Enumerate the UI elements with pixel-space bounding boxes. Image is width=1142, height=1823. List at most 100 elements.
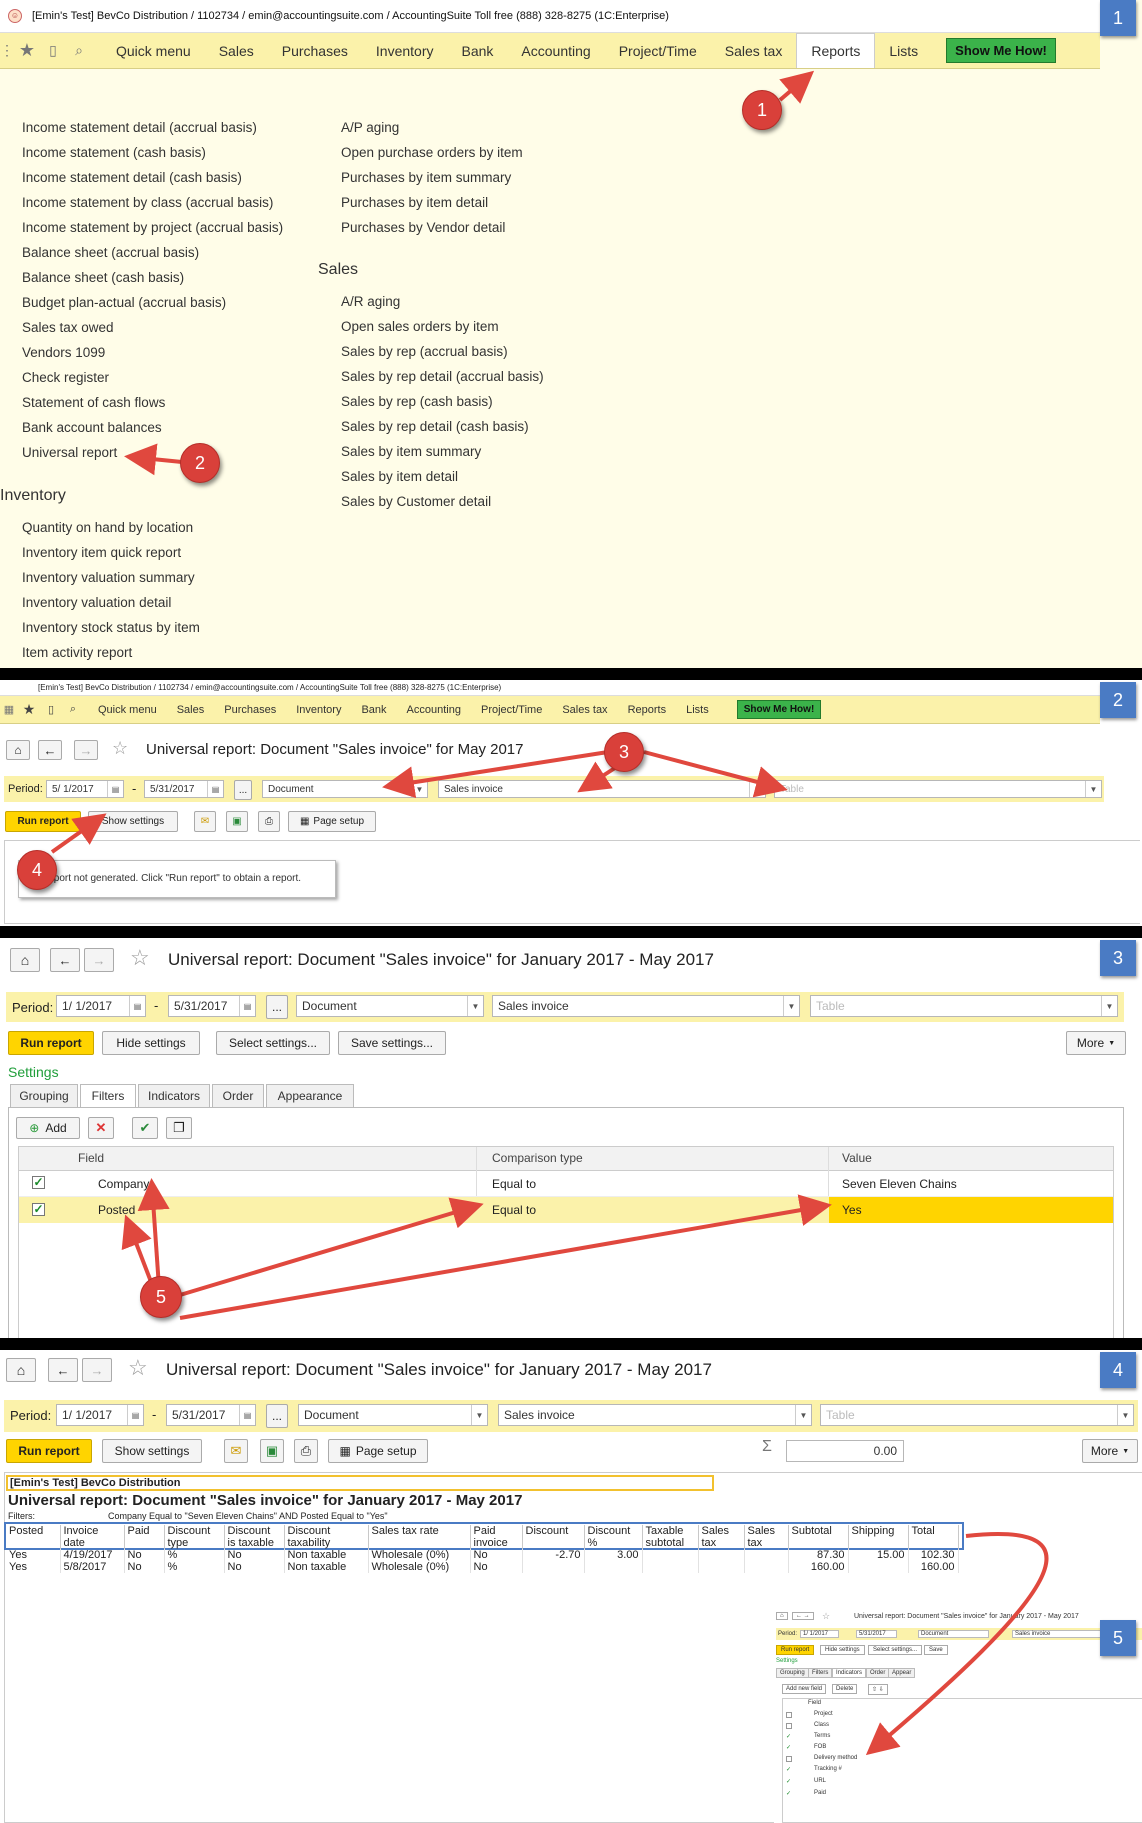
filter-value[interactable]: Yes — [842, 1203, 862, 1217]
report-link[interactable]: Open purchase orders by item — [341, 140, 523, 165]
document-kind-select[interactable]: Document ▼ — [298, 1404, 488, 1426]
report-link[interactable]: Purchases by item summary — [341, 165, 523, 190]
report-link[interactable]: Item activity report — [22, 640, 200, 665]
hide-settings-button[interactable]: Hide settings — [102, 1031, 200, 1055]
report-link[interactable]: Income statement by class (accrual basis… — [22, 190, 283, 215]
table-row[interactable]: Yes 5/8/2017 No% No Non taxable Wholesale (0%… — [6, 1561, 959, 1573]
filter-enabled-checkbox[interactable]: ✓ — [32, 1203, 45, 1216]
report-link[interactable]: Sales tax owed — [22, 315, 283, 340]
report-link[interactable]: Vendors 1099 — [22, 340, 283, 365]
run-report-button[interactable]: Run report — [8, 1031, 94, 1055]
chevron-down-icon[interactable]: ▼ — [1101, 996, 1117, 1016]
tab-order[interactable]: Order — [212, 1084, 264, 1108]
period-select-button[interactable]: ... — [266, 1404, 288, 1428]
nav-accounting[interactable]: Accounting — [507, 43, 604, 59]
save-settings-button[interactable]: Save settings... — [338, 1031, 446, 1055]
chevron-down-icon[interactable]: ▼ — [467, 996, 483, 1016]
page-setup-button[interactable]: ▦ Page setup — [328, 1439, 428, 1463]
report-link[interactable]: Income statement detail (accrual basis) — [22, 115, 283, 140]
home-button[interactable]: ⌂ — [6, 1358, 36, 1382]
back-button[interactable]: ← — [38, 740, 62, 760]
more-button[interactable]: More ▼ — [1082, 1439, 1138, 1463]
table-select[interactable]: Table ▼ — [810, 995, 1118, 1017]
forward-button[interactable]: → — [84, 948, 114, 972]
forward-button[interactable]: → — [82, 1358, 112, 1382]
report-link[interactable]: A/R aging — [341, 289, 544, 314]
select-settings-button[interactable]: Select settings... — [216, 1031, 330, 1055]
favorites-star-icon[interactable]: ★ — [18, 701, 40, 718]
nav-inventory[interactable]: Inventory — [286, 704, 351, 716]
chevron-down-icon[interactable]: ▼ — [1085, 781, 1101, 797]
table-select[interactable]: Table ▼ — [774, 780, 1102, 798]
table-row[interactable]: Yes 4/19/2017 No% No Non taxable Wholesale (0… — [6, 1549, 959, 1561]
search-icon[interactable]: ⌕ — [62, 703, 84, 716]
export-excel-button[interactable]: ▣ — [226, 811, 248, 832]
period-select-button[interactable]: ... — [234, 780, 252, 800]
nav-reports[interactable]: Reports — [618, 704, 677, 716]
nav-quick-menu[interactable]: Quick menu — [88, 704, 167, 716]
report-link[interactable]: Inventory stock status by item — [22, 615, 200, 640]
chevron-down-icon[interactable]: ▼ — [1117, 1405, 1133, 1425]
period-from-field[interactable]: 5/ 1/2017 ▤ — [46, 780, 124, 798]
tab-grouping[interactable]: Grouping — [10, 1084, 78, 1108]
show-settings-button[interactable]: Show settings — [88, 811, 178, 832]
email-button[interactable]: ✉ — [194, 811, 216, 832]
period-to-field[interactable]: 5/31/2017 ▤ — [168, 995, 256, 1017]
nav-reports[interactable]: Reports — [796, 33, 876, 68]
nav-lists[interactable]: Lists — [875, 43, 932, 59]
report-link[interactable]: Sales by item summary — [341, 439, 544, 464]
nav-accounting[interactable]: Accounting — [397, 704, 471, 716]
chevron-down-icon[interactable]: ▼ — [783, 996, 799, 1016]
report-link[interactable]: Purchases by item detail — [341, 190, 523, 215]
print-button[interactable]: ⎙ — [258, 811, 280, 832]
filter-value[interactable]: Seven Eleven Chains — [842, 1177, 957, 1191]
tab-appearance[interactable]: Appearance — [266, 1084, 354, 1108]
report-link[interactable]: Sales by rep (accrual basis) — [341, 339, 544, 364]
home-button[interactable]: ⌂ — [10, 948, 40, 972]
run-report-button[interactable]: Run report — [6, 1439, 92, 1463]
tab-indicators[interactable]: Indicators — [138, 1084, 210, 1108]
nav-sales[interactable]: Sales — [205, 43, 268, 59]
show-me-how-button[interactable]: Show Me How! — [946, 38, 1056, 63]
back-button[interactable]: ← — [50, 948, 80, 972]
calendar-icon[interactable]: ▤ — [207, 781, 223, 797]
report-link[interactable]: Sales by rep (cash basis) — [341, 389, 544, 414]
page-setup-button[interactable]: ▦ Page setup — [288, 811, 376, 832]
nav-purchases[interactable]: Purchases — [268, 43, 362, 59]
report-link[interactable]: Income statement by project (accrual bas… — [22, 215, 283, 240]
period-from-field[interactable]: 1/ 1/2017 ▤ — [56, 995, 146, 1017]
document-type-select[interactable]: Sales invoice ▼ — [492, 995, 800, 1017]
document-type-select[interactable]: Sales invoice ▼ — [438, 780, 766, 798]
home-button[interactable]: ⌂ — [6, 740, 30, 760]
nav-sales-tax[interactable]: Sales tax — [552, 704, 617, 716]
document-kind-select[interactable]: Document ▼ — [262, 780, 428, 798]
report-link[interactable]: Sales by item detail — [341, 464, 544, 489]
nav-project-time[interactable]: Project/Time — [471, 704, 552, 716]
period-select-button[interactable]: ... — [266, 995, 288, 1019]
nav-sales[interactable]: Sales — [167, 704, 215, 716]
calendar-icon[interactable]: ▤ — [239, 996, 255, 1016]
check-all-button[interactable]: ✔ — [132, 1117, 158, 1139]
report-link[interactable]: Budget plan-actual (accrual basis) — [22, 290, 283, 315]
back-button[interactable]: ← — [48, 1358, 78, 1382]
nav-sales-tax[interactable]: Sales tax — [711, 43, 797, 59]
report-link[interactable]: Inventory valuation detail — [22, 590, 200, 615]
filter-comparison[interactable]: Equal to — [492, 1177, 536, 1191]
document-kind-select[interactable]: Document ▼ — [296, 995, 484, 1017]
calendar-icon[interactable]: ▤ — [129, 996, 145, 1016]
chevron-down-icon[interactable]: ▼ — [411, 781, 427, 797]
apps-grid-icon[interactable]: ▦ — [0, 703, 18, 716]
chevron-down-icon[interactable]: ▼ — [795, 1405, 811, 1425]
report-link[interactable]: Inventory valuation summary — [22, 565, 200, 590]
forward-button[interactable]: → — [74, 740, 98, 760]
favorites-star-icon[interactable]: ★ — [14, 40, 40, 61]
print-button[interactable]: ⎙ — [294, 1439, 318, 1463]
universal-report-link[interactable]: Universal report — [22, 440, 283, 465]
apps-grid-icon[interactable]: ⋮ — [0, 42, 14, 59]
tab-filters[interactable]: Filters — [80, 1084, 136, 1108]
show-me-how-button[interactable]: Show Me How! — [736, 700, 822, 719]
report-link[interactable]: Income statement detail (cash basis) — [22, 165, 283, 190]
history-icon[interactable]: ▯ — [40, 42, 66, 59]
calendar-icon[interactable]: ▤ — [127, 1405, 143, 1425]
report-link[interactable]: A/P aging — [341, 115, 523, 140]
